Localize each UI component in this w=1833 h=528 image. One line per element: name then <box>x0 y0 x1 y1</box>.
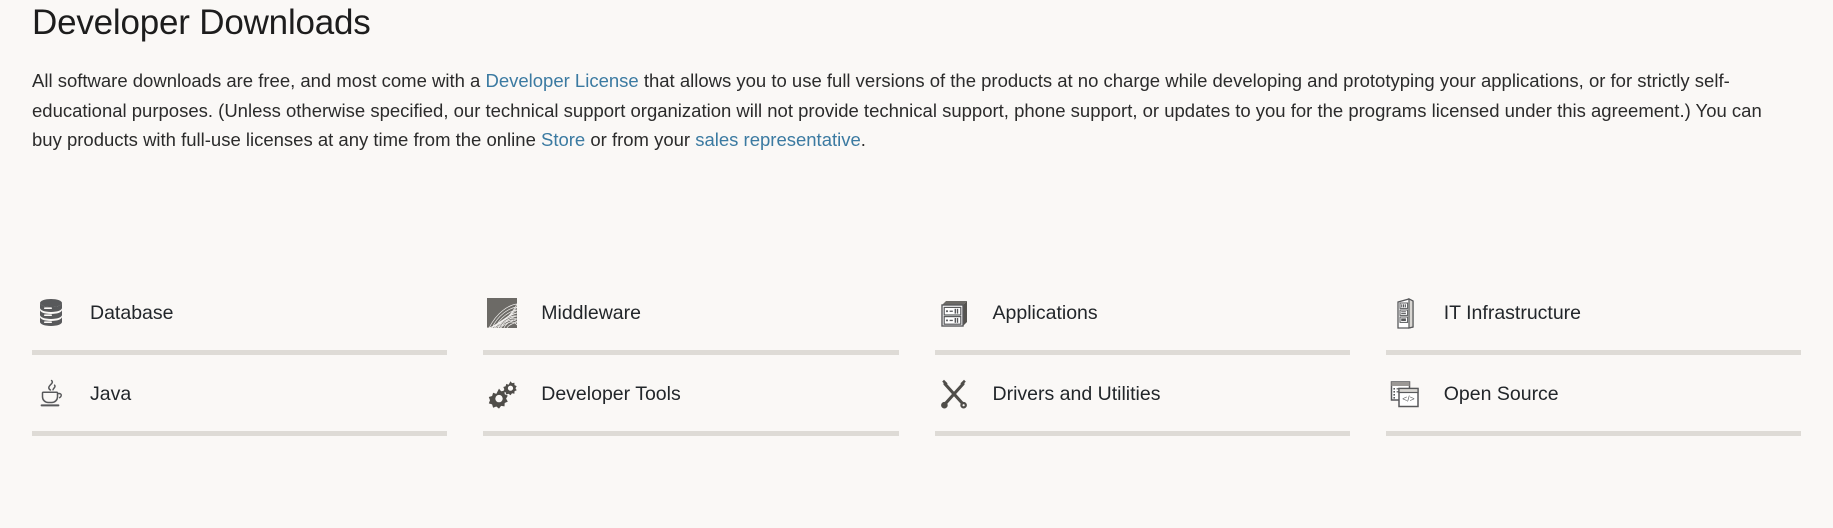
category-label: Database <box>90 302 174 324</box>
open-source-icon: </> <box>1388 377 1422 411</box>
sales-representative-link[interactable]: sales representative <box>695 129 861 150</box>
category-item-java[interactable]: Java <box>32 355 448 436</box>
developer-license-link[interactable]: Developer License <box>485 70 638 91</box>
category-label: Java <box>90 383 132 405</box>
developer-tools-icon <box>485 377 519 411</box>
developer-downloads-page: Developer Downloads All software downloa… <box>0 0 1833 528</box>
drivers-utilities-icon <box>937 377 971 411</box>
intro-paragraph: All software downloads are free, and mos… <box>32 66 1792 155</box>
category-label: Developer Tools <box>541 383 681 405</box>
category-grid: Database Middleware Applications IT Infr… <box>32 282 1801 436</box>
category-item-developer-tools[interactable]: Developer Tools <box>483 355 899 436</box>
page-title: Developer Downloads <box>32 3 371 42</box>
category-item-drivers-utilities[interactable]: Drivers and Utilities <box>934 355 1350 436</box>
store-link[interactable]: Store <box>541 129 585 150</box>
category-label: Middleware <box>541 302 641 324</box>
category-item-open-source[interactable]: </> Open Source <box>1385 355 1801 436</box>
intro-text-part4: . <box>860 129 866 150</box>
database-icon <box>34 296 68 330</box>
middleware-icon <box>485 296 519 330</box>
category-item-database[interactable]: Database <box>32 282 448 355</box>
category-label: Open Source <box>1443 383 1559 405</box>
applications-icon <box>937 296 971 330</box>
category-item-it-infrastructure[interactable]: IT Infrastructure <box>1385 282 1801 355</box>
category-label: Applications <box>992 302 1098 324</box>
svg-text:</>: </> <box>1402 394 1414 404</box>
category-label: IT Infrastructure <box>1443 302 1582 324</box>
it-infrastructure-icon <box>1388 296 1422 330</box>
java-icon <box>34 377 68 411</box>
intro-text-part1: All software downloads are free, and mos… <box>32 70 486 91</box>
intro-text-part3: or from your <box>585 129 696 150</box>
category-label: Drivers and Utilities <box>992 383 1161 405</box>
category-item-middleware[interactable]: Middleware <box>483 282 899 355</box>
category-item-applications[interactable]: Applications <box>934 282 1350 355</box>
